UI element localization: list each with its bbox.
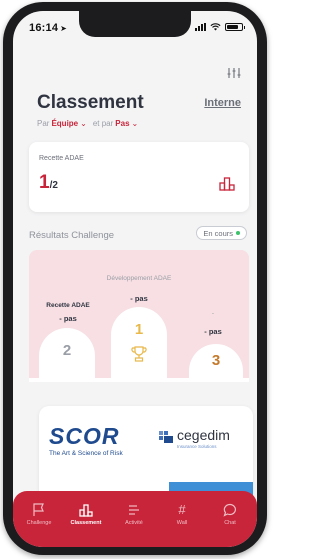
tab-label: Challenge [26, 520, 52, 526]
podium-score-1: - pas [130, 294, 148, 303]
status-dot-icon [236, 231, 240, 235]
tab-classement[interactable]: Classement [66, 503, 106, 526]
page-title: Classement [37, 92, 144, 113]
rank-card[interactable]: Recette ADAE 1/2 [29, 142, 249, 212]
rank-total: /2 [49, 180, 58, 191]
cegedim-logo: cegedim [177, 427, 230, 443]
phone-frame: 16:14 ➤ Classement Interne Par Équipe ⌄ … [3, 2, 267, 555]
sort-and-prefix: et par [92, 119, 114, 128]
challenge-status-badge: En cours [196, 226, 247, 240]
tab-label: Activité [125, 520, 143, 526]
app-screen: 16:14 ➤ Classement Interne Par Équipe ⌄ … [13, 11, 257, 547]
status-time-text: 16:14 [29, 22, 59, 34]
podium-team-3: - [211, 310, 215, 317]
device-notch [79, 11, 191, 37]
podium-score-3: - pas [204, 327, 222, 336]
podium-team-2: Recette ADAE [46, 302, 90, 309]
tab-chat[interactable]: Chat [210, 503, 250, 526]
flag-icon [33, 503, 44, 516]
chevron-down-icon[interactable]: ⌄ [132, 119, 139, 128]
podium-icon [79, 504, 93, 517]
rank-value: 1/2 [39, 172, 58, 194]
podium-position-2: 2 [62, 342, 72, 359]
sort-by-prefix: Par [37, 119, 50, 128]
sort-by-dropdown[interactable]: Équipe [51, 119, 78, 128]
podium: Recette ADAE - pas 2 Développement ADAE … [29, 250, 249, 382]
challenge-status-text: En cours [203, 228, 233, 238]
sort-row: Par Équipe ⌄ et par Pas ⌄ [37, 119, 144, 128]
status-time: 16:14 ➤ [29, 22, 67, 34]
cegedim-tagline: Insurance Solutions [177, 444, 217, 449]
rank-number: 1 [39, 172, 50, 193]
tab-wall[interactable]: # Wall [162, 502, 202, 527]
podium-pillar-3: 3 [189, 344, 243, 382]
signal-icon [195, 23, 206, 31]
tab-label: Classement [70, 520, 102, 526]
tab-label: Wall [176, 520, 188, 526]
scor-tagline: The Art & Science of Risk [49, 450, 123, 457]
battery-icon [225, 23, 245, 31]
chevron-down-icon[interactable]: ⌄ [80, 119, 87, 128]
sort-metric-dropdown[interactable]: Pas [115, 119, 129, 128]
bottom-tab-bar: Challenge Classement Activité # Wall Cha… [13, 491, 257, 547]
hashtag-icon: # [178, 502, 186, 517]
podium-position-1: 1 [134, 321, 144, 338]
location-arrow-icon: ➤ [60, 24, 68, 33]
wifi-icon [210, 23, 221, 31]
tab-activite[interactable]: Activité [114, 503, 154, 526]
podium-pillar-1: 1 [111, 307, 167, 382]
status-icons [195, 23, 245, 31]
podium-pillar-2: 2 [39, 328, 95, 382]
sliders-icon[interactable] [227, 67, 241, 79]
podium-score-2: - pas [59, 314, 77, 323]
challenge-section-title: Résultats Challenge [29, 230, 115, 241]
tab-challenge[interactable]: Challenge [19, 503, 59, 526]
rank-card-label: Recette ADAE [39, 155, 84, 162]
tab-label: Chat [224, 520, 236, 526]
podium-position-3: 3 [211, 352, 221, 369]
scor-logo: SCOR [49, 423, 120, 449]
trophy-icon [131, 346, 147, 362]
podium-icon [219, 177, 235, 191]
podium-team-1: Développement ADAE [106, 275, 172, 282]
chat-bubble-icon [223, 503, 236, 517]
cegedim-logo-icon [159, 431, 173, 443]
activity-list-icon [129, 505, 139, 515]
scope-toggle-link[interactable]: Interne [204, 97, 241, 109]
